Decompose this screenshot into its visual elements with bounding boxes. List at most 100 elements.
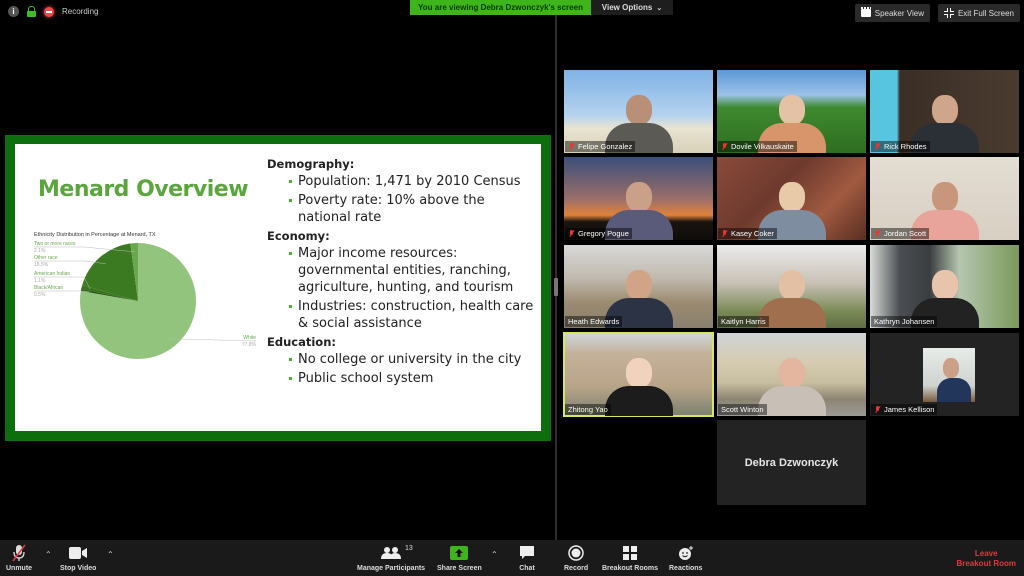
view-options-label: View Options: [601, 3, 653, 12]
participant-name: Kathryn Johansen: [874, 317, 935, 326]
participant-video-tile[interactable]: Dovile Vilkauskaite: [717, 70, 866, 153]
participant-name-label: James Kellison: [871, 404, 938, 415]
slice-value-label: 18.5%: [34, 262, 49, 268]
participant-name: Jordan Scott: [884, 229, 927, 238]
share-screen-label: Share Screen: [437, 565, 482, 572]
participant-tile-video-off[interactable]: Debra Dzwonczyk: [717, 420, 866, 505]
participant-video-tile[interactable]: Gregory Pogue: [564, 157, 713, 240]
mic-muted-icon: [568, 142, 575, 151]
audio-options-caret[interactable]: ⌃: [45, 550, 52, 559]
participant-video-tile[interactable]: Heath Edwards: [564, 245, 713, 328]
section-heading: Demography:: [267, 157, 355, 171]
slice-label: American Indian: [34, 271, 70, 277]
slice-label: Two or more races: [34, 241, 76, 247]
participant-name: Scott Winton: [721, 405, 764, 414]
participant-video-tile[interactable]: Kasey Coker: [717, 157, 866, 240]
participant-video-tile[interactable]: Scott Winton: [717, 333, 866, 416]
chat-label: Chat: [519, 565, 535, 572]
bullet-item: Industries: construction, health care & …: [267, 298, 537, 332]
split-resize-handle[interactable]: [554, 278, 558, 296]
speaker-view-button[interactable]: Speaker View: [854, 4, 930, 22]
share-options-caret[interactable]: ⌃: [491, 550, 498, 559]
chat-button[interactable]: Chat: [519, 544, 535, 572]
participant-video-tile[interactable]: James Kellison: [870, 333, 1019, 416]
lock-icon[interactable]: [27, 6, 36, 17]
chart-title: Ethnicity Distribution in Percentage at …: [34, 232, 156, 238]
participant-name: Felipe Gonzalez: [578, 142, 633, 151]
bullet-item: Poverty rate: 10% above the national rat…: [267, 192, 537, 226]
stop-video-button[interactable]: Stop Video: [60, 544, 96, 572]
slide-title: Menard Overview: [38, 177, 249, 202]
breakout-rooms-button[interactable]: Breakout Rooms: [602, 544, 658, 572]
participant-name-label: Kathryn Johansen: [871, 316, 938, 327]
bullet-item: Population: 1,471 by 2010 Census: [267, 173, 537, 190]
slice-label: Black/African: [34, 285, 63, 291]
slice-value-label: 1.1%: [34, 278, 46, 284]
slide-content: Demography: Population: 1,471 by 2010 Cen…: [267, 154, 537, 389]
profile-photo: [923, 348, 975, 402]
exit-fullscreen-button[interactable]: Exit Full Screen: [937, 4, 1020, 22]
meeting-status: i Recording: [8, 6, 98, 17]
video-camera-icon: [68, 544, 88, 562]
participant-name: Zhitong Yao: [568, 405, 608, 414]
manage-participants-button[interactable]: Manage Participants: [357, 544, 425, 572]
slice-label: Other race: [34, 255, 58, 261]
participant-video-tile[interactable]: Jordan Scott: [870, 157, 1019, 240]
participant-name-label: Jordan Scott: [871, 228, 930, 239]
participant-figure: [604, 358, 673, 416]
unmute-button[interactable]: Unmute: [6, 544, 32, 572]
leave-breakout-room-button[interactable]: Leave Breakout Room: [956, 549, 1016, 569]
record-button[interactable]: Record: [564, 544, 588, 572]
speaker-view-icon: [860, 7, 871, 17]
mic-muted-icon: [721, 229, 728, 238]
participant-video-tile[interactable]: Felipe Gonzalez: [564, 70, 713, 153]
shared-screen: Menard Overview Ethnicity Distribution i…: [5, 135, 551, 441]
chevron-down-icon: ⌄: [656, 4, 663, 12]
exit-fullscreen-label: Exit Full Screen: [957, 8, 1014, 18]
participant-video-tile[interactable]: Zhitong Yao: [563, 332, 714, 417]
leave-label-line2: Breakout Room: [956, 559, 1016, 568]
speaker-view-label: Speaker View: [874, 8, 924, 18]
participant-video-tile[interactable]: Kathryn Johansen: [870, 245, 1019, 328]
slice-label: White: [243, 335, 256, 341]
participant-name: Kasey Coker: [731, 229, 774, 238]
video-options-caret[interactable]: ⌃: [107, 550, 114, 559]
participant-name-label: Gregory Pogue: [565, 228, 632, 239]
participant-video-tile[interactable]: Rick Rhodes: [870, 70, 1019, 153]
slice-value-label: 77.8%: [242, 342, 257, 348]
mic-muted-icon: [874, 229, 881, 238]
exit-fullscreen-icon: [943, 8, 954, 18]
reactions-label: Reactions: [669, 565, 703, 572]
participant-count: 13: [405, 545, 413, 552]
info-icon[interactable]: i: [8, 6, 19, 17]
mic-muted-icon: [568, 229, 575, 238]
recording-icon: [44, 6, 54, 17]
participant-name-label: Dovile Vilkauskaite: [718, 141, 797, 152]
recording-label: Recording: [62, 7, 99, 16]
manage-participants-label: Manage Participants: [357, 565, 426, 572]
leave-label-line1: Leave: [974, 549, 998, 558]
viewing-banner: You are viewing Debra Dzwonczyk's screen: [410, 0, 591, 15]
section-heading: Economy:: [267, 229, 330, 243]
participant-name: Rick Rhodes: [884, 142, 927, 151]
presentation-slide: Menard Overview Ethnicity Distribution i…: [15, 144, 541, 431]
reactions-icon: [678, 544, 694, 562]
participant-name: Dovile Vilkauskaite: [731, 142, 794, 151]
participant-video-tile[interactable]: Kaitlyn Harris: [717, 245, 866, 328]
share-screen-icon: [450, 544, 469, 562]
participant-name-label: Scott Winton: [718, 404, 767, 415]
record-label: Record: [564, 565, 589, 572]
reactions-button[interactable]: Reactions: [669, 544, 702, 572]
mic-muted-icon: [721, 142, 728, 151]
breakout-rooms-label: Breakout Rooms: [602, 565, 659, 572]
view-options-button[interactable]: View Options ⌄: [591, 0, 673, 15]
participant-name: James Kellison: [884, 405, 935, 414]
participant-name-label: Zhitong Yao: [565, 404, 611, 415]
unmute-label: Unmute: [6, 565, 33, 572]
bullet-item: No college or university in the city: [267, 351, 537, 368]
record-icon: [568, 544, 584, 562]
bullet-item: Public school system: [267, 370, 537, 387]
participant-name-label: Rick Rhodes: [871, 141, 930, 152]
slice-value-label: 2.1%: [34, 248, 46, 254]
share-screen-button[interactable]: Share Screen: [437, 544, 482, 572]
